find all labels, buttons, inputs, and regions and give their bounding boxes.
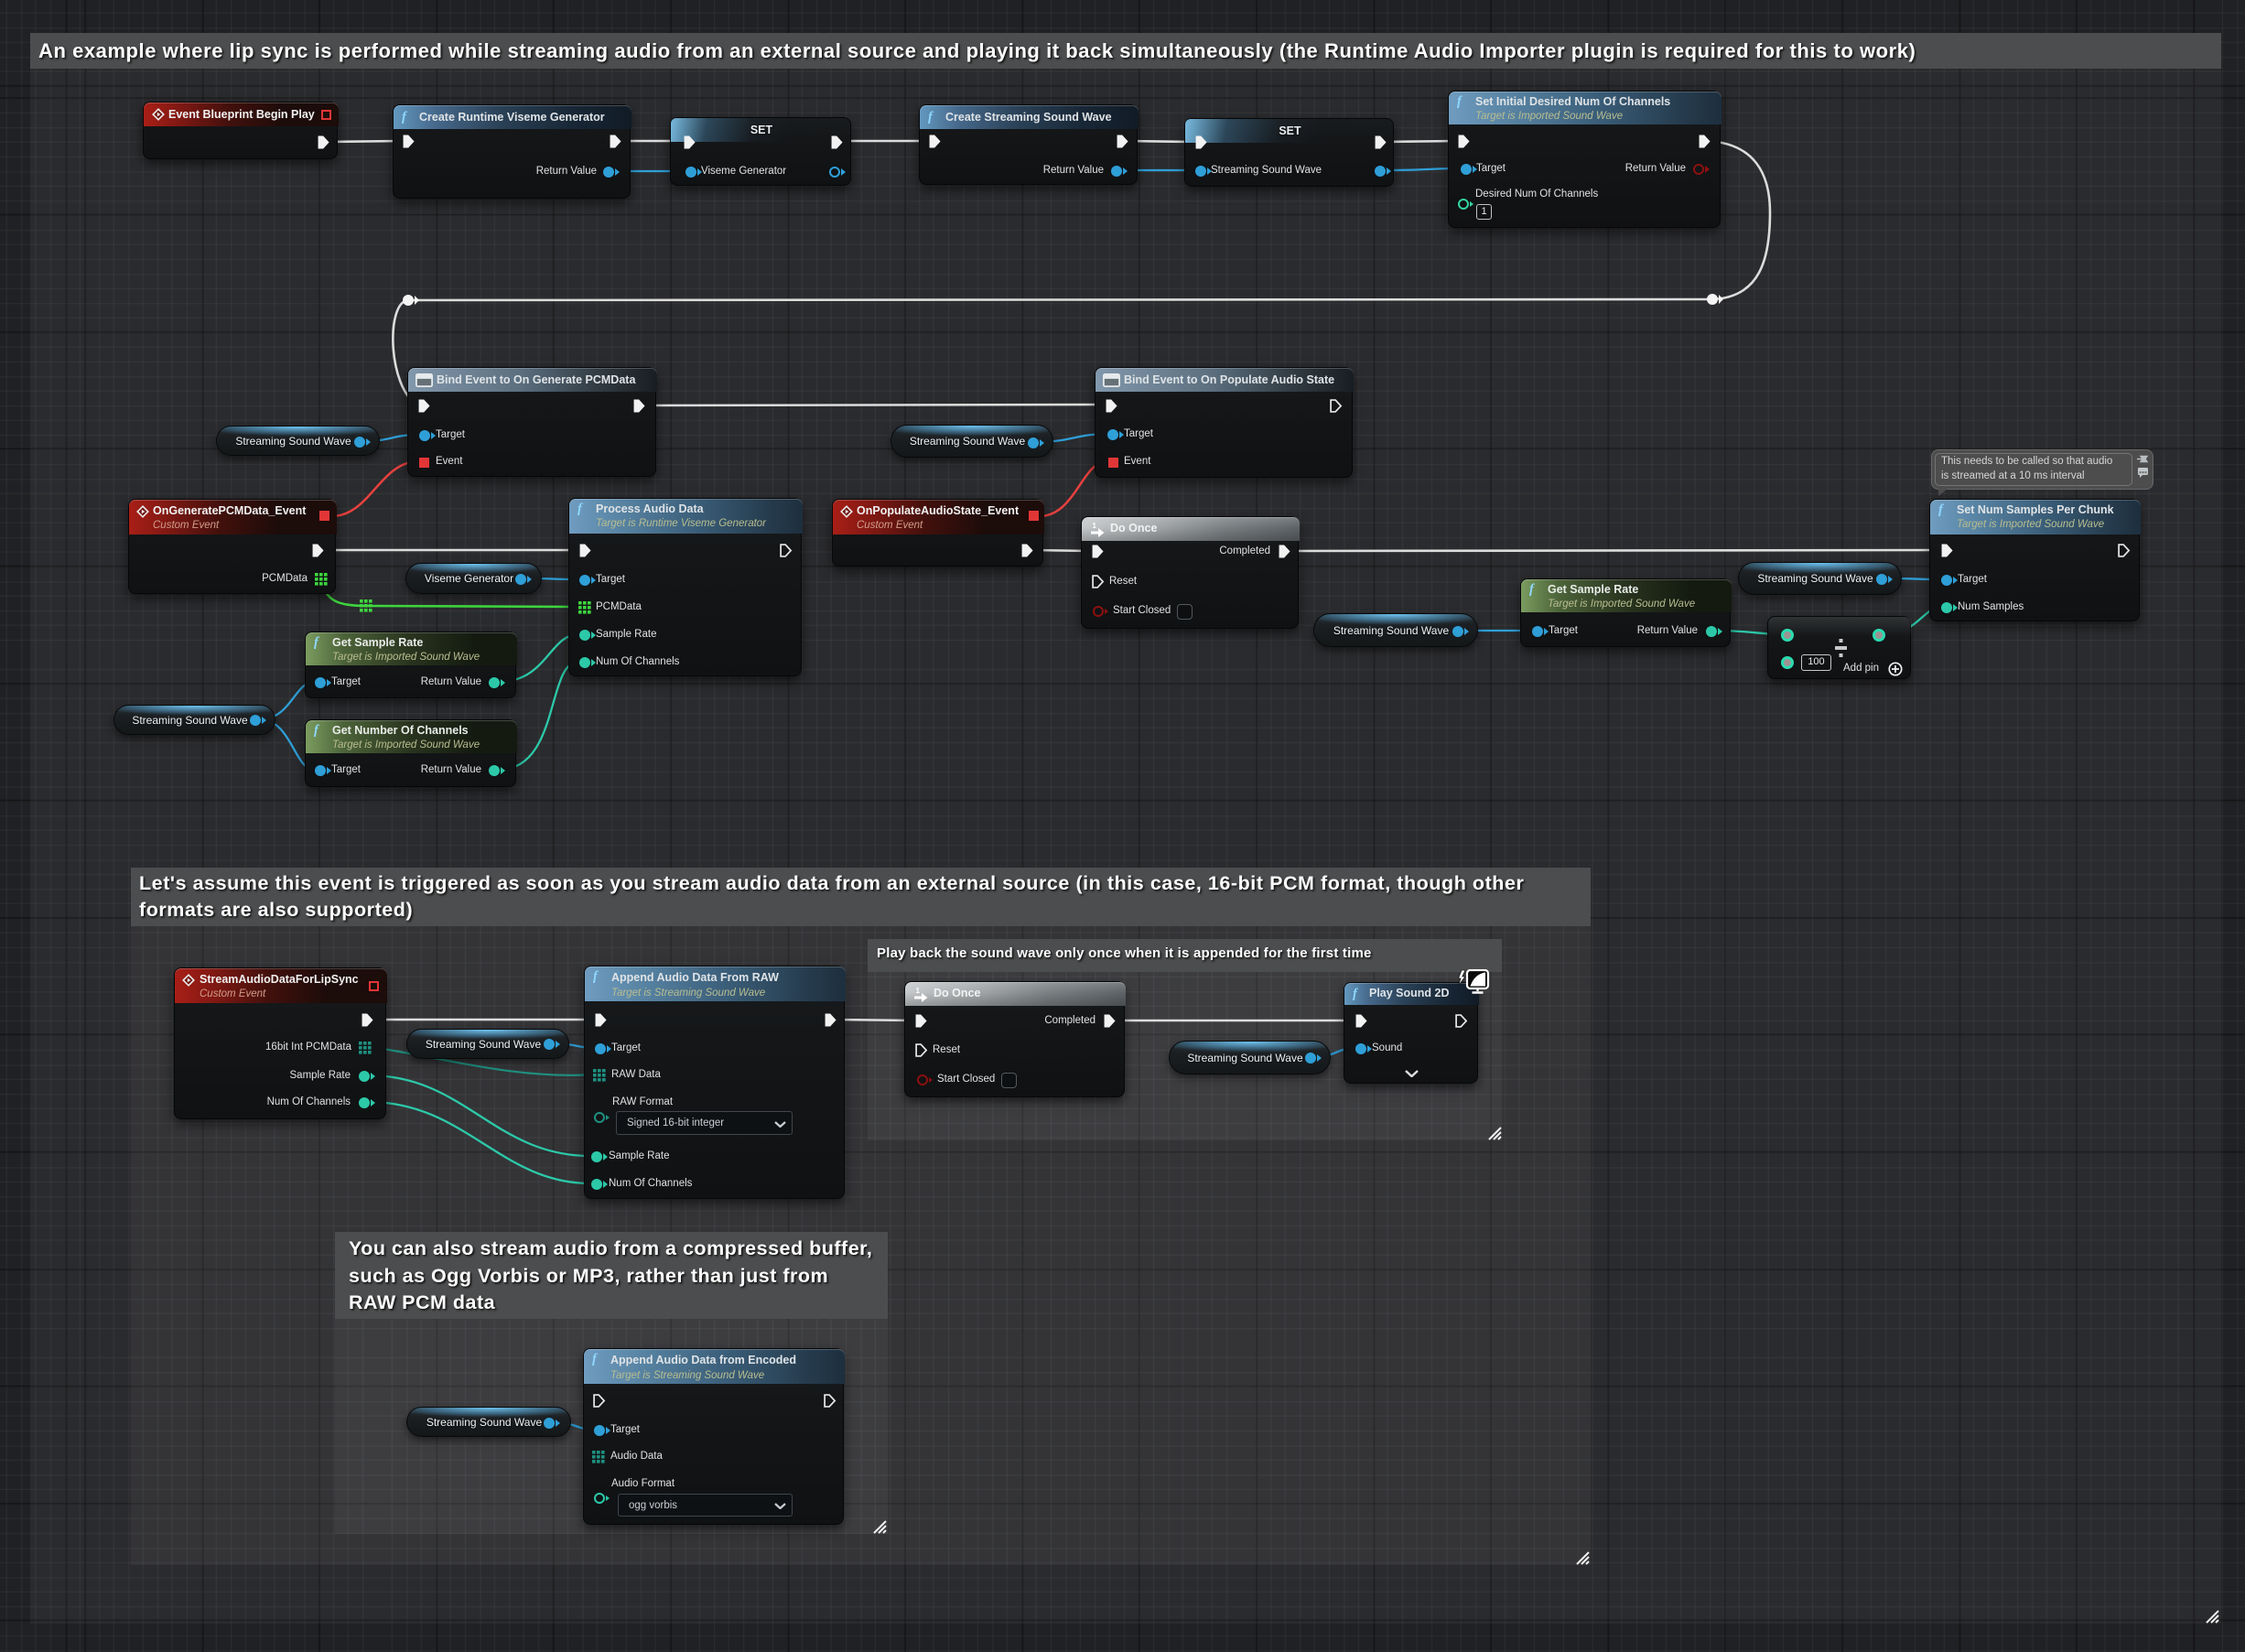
svg-text:1: 1 bbox=[1093, 522, 1097, 530]
svg-text:1: 1 bbox=[916, 987, 921, 995]
